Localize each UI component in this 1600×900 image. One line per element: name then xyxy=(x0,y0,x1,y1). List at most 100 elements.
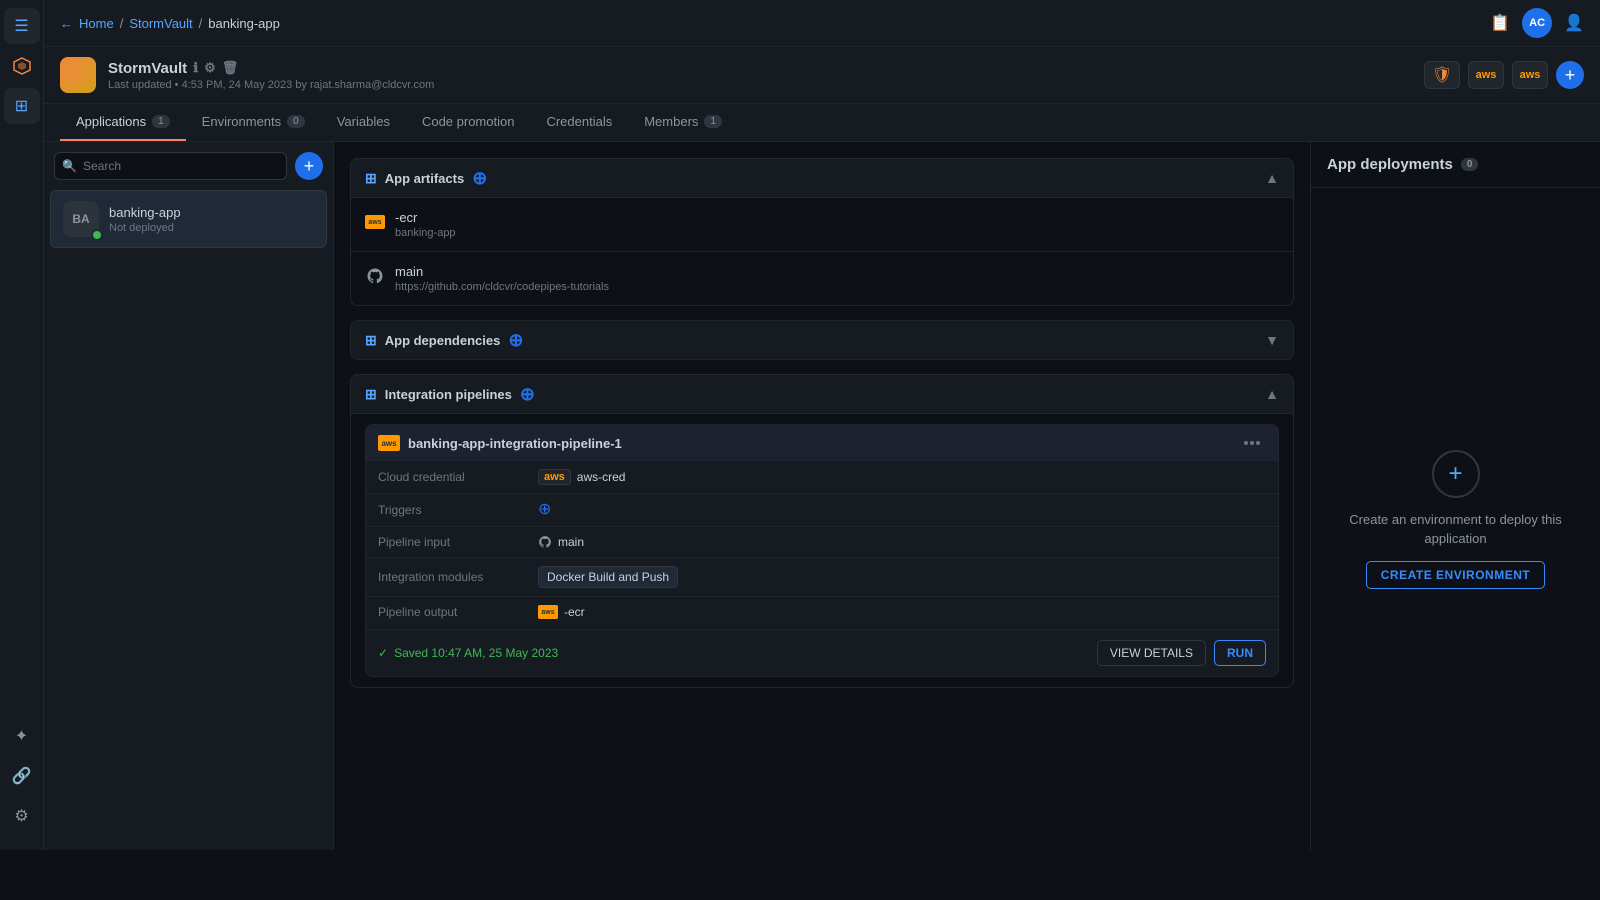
cloud-credential-text: aws-cred xyxy=(577,470,626,484)
aws1-icon: aws xyxy=(1476,69,1497,81)
artifact-ecr-item: aws -ecr banking-app xyxy=(351,198,1293,252)
add-trigger-btn[interactable]: ⊕ xyxy=(538,502,551,518)
integration-pipelines-body: aws banking-app-integration-pipeline-1 xyxy=(350,414,1294,688)
user-profile-icon[interactable]: 👤 xyxy=(1564,13,1584,33)
app-artifacts-body: aws -ecr banking-app xyxy=(350,198,1294,306)
deps-section-icon: ⊞ xyxy=(365,332,377,349)
sidebar-link-btn[interactable]: 🔗 xyxy=(4,758,40,794)
artifact-github-name: main xyxy=(395,264,609,279)
github-input-icon xyxy=(538,535,552,549)
sidebar-codepipes-btn[interactable] xyxy=(4,48,40,84)
artifacts-section-icon: ⊞ xyxy=(365,170,377,187)
artifact-github-details: main https://github.com/cldcvr/codepipes… xyxy=(395,264,609,293)
integration-modules-field: Integration modules Docker Build and Pus… xyxy=(366,558,1278,597)
app-dependencies-header[interactable]: ⊞ App dependencies ⊕ ▼ xyxy=(350,320,1294,360)
triggers-field: Triggers ⊕ xyxy=(366,494,1278,527)
project-header: StormVault ℹ ⚙ 🗑 Last updated • 4:53 PM,… xyxy=(44,47,1600,104)
pipelines-collapse-icon[interactable]: ▲ xyxy=(1265,386,1279,402)
pipeline-input-field: Pipeline input main xyxy=(366,527,1278,558)
app-status-indicator xyxy=(91,229,103,241)
tab-members[interactable]: Members 1 xyxy=(628,104,738,141)
pipelines-header-left: ⊞ Integration pipelines ⊕ xyxy=(365,385,535,403)
app-info: banking-app Not deployed xyxy=(109,205,314,234)
aws-cred-icon: aws xyxy=(538,469,571,485)
sidebar-apps-btn[interactable]: ⊞ xyxy=(4,88,40,124)
app-artifacts-header[interactable]: ⊞ App artifacts ⊕ ▲ xyxy=(350,158,1294,198)
breadcrumb-sep2: / xyxy=(199,16,203,31)
top-header: ← Home / StormVault / banking-app 📋 AC 👤 xyxy=(44,0,1600,47)
tab-applications[interactable]: Applications 1 xyxy=(60,104,186,141)
app-artifacts-title: App artifacts xyxy=(385,171,464,186)
deps-header-left: ⊞ App dependencies ⊕ xyxy=(365,331,523,349)
pipeline-saved-text: Saved 10:47 AM, 25 May 2023 xyxy=(394,646,558,660)
module-badge: Docker Build and Push xyxy=(538,566,678,588)
breadcrumb-home[interactable]: Home xyxy=(79,16,114,31)
github-logo-svg xyxy=(366,267,384,285)
deps-collapse-icon[interactable]: ▼ xyxy=(1265,332,1279,348)
integration-pipelines-section: ⊞ Integration pipelines ⊕ ▲ aws xyxy=(350,374,1294,688)
codepipes-logo-icon xyxy=(12,56,32,76)
breadcrumb: ← Home / StormVault / banking-app xyxy=(60,16,280,31)
deploy-description: Create an environment to deploy this app… xyxy=(1331,510,1580,549)
artifact-ecr-detail: banking-app xyxy=(395,227,456,239)
breadcrumb-org[interactable]: StormVault xyxy=(129,16,192,31)
project-settings-icon[interactable]: ⚙ xyxy=(204,60,216,76)
github-icon xyxy=(365,266,385,286)
shield-icon: 🛡 xyxy=(1432,65,1452,85)
tab-variables-label: Variables xyxy=(337,114,390,129)
artifacts-collapse-icon[interactable]: ▲ xyxy=(1265,170,1279,186)
run-btn[interactable]: RUN xyxy=(1214,640,1266,666)
hamburger-icon: ☰ xyxy=(14,16,28,36)
sidebar-workflows-btn[interactable]: ✦ xyxy=(4,718,40,754)
search-input[interactable] xyxy=(54,152,287,180)
pipeline-input-label: Pipeline input xyxy=(378,535,528,549)
header-right: 📋 AC 👤 xyxy=(1490,8,1584,38)
project-delete-icon[interactable]: 🗑 xyxy=(222,60,239,76)
project-info-icon[interactable]: ℹ xyxy=(193,60,198,76)
pipeline-output-text: -ecr xyxy=(564,605,585,619)
aws2-icon: aws xyxy=(1520,69,1541,81)
section-header-left: ⊞ App artifacts ⊕ xyxy=(365,169,487,187)
project-name-text: StormVault xyxy=(108,60,187,77)
tab-environments-badge: 0 xyxy=(287,115,305,128)
tab-code-promotion[interactable]: Code promotion xyxy=(406,104,531,141)
dot3 xyxy=(1256,441,1260,445)
add-pipeline-btn[interactable]: ⊕ xyxy=(520,385,535,403)
view-details-btn[interactable]: VIEW DETAILS xyxy=(1097,640,1206,666)
tab-environments[interactable]: Environments 0 xyxy=(186,104,321,141)
tab-variables[interactable]: Variables xyxy=(321,104,406,141)
pipeline-card-body: Cloud credential aws aws-cred Triggers xyxy=(366,461,1278,627)
create-deployment-btn[interactable]: + xyxy=(1432,450,1480,498)
add-artifact-btn[interactable]: ⊕ xyxy=(472,169,487,187)
pipeline-options-btn[interactable] xyxy=(1238,439,1266,447)
breadcrumb-sep1: / xyxy=(120,16,124,31)
deployments-badge: 0 xyxy=(1461,158,1479,171)
settings-icon: ⚙ xyxy=(14,806,28,826)
list-item[interactable]: BA banking-app Not deployed xyxy=(50,190,327,248)
sidebar-hamburger-btn[interactable]: ☰ xyxy=(4,8,40,44)
add-dependency-btn[interactable]: ⊕ xyxy=(508,331,523,349)
shield-integration-badge[interactable]: 🛡 xyxy=(1424,61,1460,89)
tab-environments-label: Environments xyxy=(202,114,281,129)
sidebar-settings-btn[interactable]: ⚙ xyxy=(4,798,40,834)
search-icon: 🔍 xyxy=(62,159,77,173)
integration-pipelines-header[interactable]: ⊞ Integration pipelines ⊕ ▲ xyxy=(350,374,1294,414)
tab-members-label: Members xyxy=(644,114,698,129)
aws2-integration-badge[interactable]: aws xyxy=(1512,61,1548,89)
notifications-icon[interactable]: 📋 xyxy=(1490,13,1510,33)
aws1-integration-badge[interactable]: aws xyxy=(1468,61,1504,89)
cloud-credential-value: aws aws-cred xyxy=(538,469,625,485)
pipeline-card-header: aws banking-app-integration-pipeline-1 xyxy=(366,425,1278,461)
pipeline-saved-status: ✓ Saved 10:47 AM, 25 May 2023 xyxy=(378,646,558,660)
triggers-label: Triggers xyxy=(378,503,528,517)
back-arrow-icon[interactable]: ← xyxy=(60,16,73,31)
user-avatar[interactable]: AC xyxy=(1522,8,1552,38)
add-integration-btn[interactable]: + xyxy=(1556,61,1584,89)
create-environment-btn[interactable]: CREATE ENVIRONMENT xyxy=(1366,561,1545,589)
tab-credentials[interactable]: Credentials xyxy=(530,104,628,141)
add-app-btn[interactable]: + xyxy=(295,152,323,180)
integration-modules-label: Integration modules xyxy=(378,570,528,584)
cloud-credential-label: Cloud credential xyxy=(378,470,528,484)
project-actions: 🛡 aws aws + xyxy=(1424,61,1584,89)
tab-code-promotion-label: Code promotion xyxy=(422,114,515,129)
